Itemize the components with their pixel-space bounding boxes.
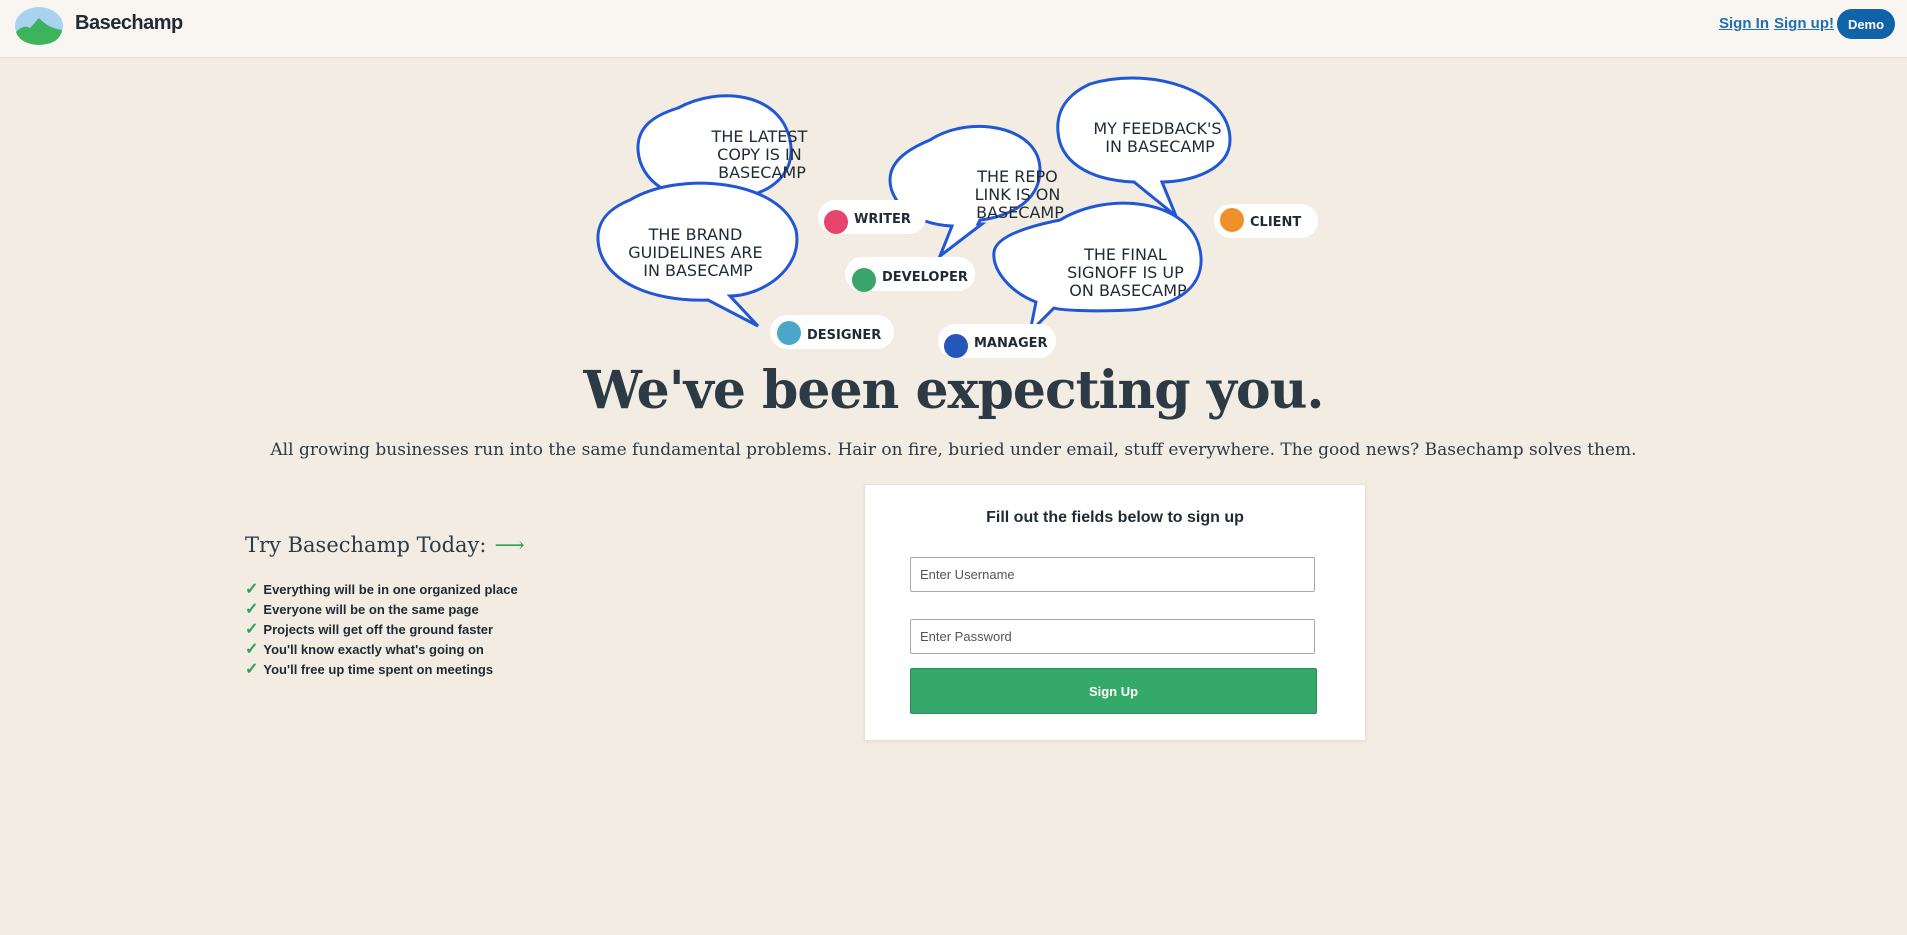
bubble-text-latest-copy: The LATEST COPY is in Basecamp [711, 127, 813, 182]
brand-name[interactable]: Basechamp [75, 12, 183, 35]
basechamp-logo[interactable] [14, 4, 64, 46]
username-input[interactable] [910, 557, 1315, 592]
tag-developer: Developer [845, 257, 975, 292]
try-basechamp-title: Try Basechamp Today: ⟶ [245, 533, 525, 557]
checkmark-icon: ✓ [245, 661, 259, 678]
benefit-item: ✓ You'll know exactly what's going on [245, 641, 484, 658]
benefit-item: ✓ You'll free up time spent on meetings [245, 661, 494, 678]
bubble-text-brand-guidelines: The BRAND GUIDELINES are in Basecamp [628, 225, 767, 280]
svg-text:Manager: Manager [974, 336, 1048, 351]
benefit-item: ✓ Everything will be in one organized pla… [245, 581, 518, 598]
svg-text:Designer: Designer [807, 328, 881, 343]
benefits-list: ✓ Everything will be in one organized pla… [245, 580, 518, 680]
sign-up-link[interactable]: Sign up! [1774, 15, 1834, 32]
writer-avatar-icon [824, 210, 848, 234]
svg-text:Client: Client [1250, 215, 1301, 230]
designer-avatar-icon [777, 321, 801, 345]
checkmark-icon: ✓ [245, 621, 259, 638]
tag-manager: Manager [938, 324, 1056, 358]
checkmark-icon: ✓ [245, 601, 259, 618]
manager-avatar-icon [944, 334, 968, 358]
developer-avatar-icon [852, 268, 876, 292]
top-header: Basechamp Sign In Sign up! Demo [0, 0, 1907, 58]
form-title: Fill out the fields below to sign up [986, 509, 1244, 526]
tag-writer: Writer [818, 200, 926, 234]
arrow-right-icon: ⟶ [494, 533, 525, 557]
page-headline: We've been expecting you. [583, 360, 1324, 421]
svg-text:Developer: Developer [882, 270, 968, 285]
sign-in-link[interactable]: Sign In [1719, 15, 1769, 32]
password-input[interactable] [910, 619, 1315, 654]
speech-bubbles-illustration: The LATEST COPY is in Basecamp The BRAND… [590, 70, 1330, 370]
try-title-text: Try Basechamp Today: [245, 533, 487, 557]
tag-client: Client [1214, 204, 1318, 238]
checkmark-icon: ✓ [245, 581, 259, 598]
bubble-text-final-signoff: The FINAL SIGNOFF is up on Basecamp [1067, 245, 1189, 300]
sign-up-button[interactable]: Sign Up [910, 668, 1317, 714]
benefit-item: ✓ Projects will get off the ground faster [245, 621, 494, 638]
bubble-text-repo-link: The REPO LINK is on Basecamp [975, 167, 1066, 222]
bubble-text-feedback: My FEEDBACK'S in Basecamp [1093, 119, 1226, 156]
checkmark-icon: ✓ [245, 641, 259, 658]
signup-form-card: Fill out the fields below to sign up Sig… [864, 484, 1366, 741]
tag-designer: Designer [770, 315, 894, 349]
page-subheading: All growing businesses run into the same… [270, 440, 1637, 460]
demo-button[interactable]: Demo [1837, 9, 1895, 39]
benefit-item: ✓ Everyone will be on the same page [245, 601, 479, 618]
client-avatar-icon [1220, 208, 1244, 232]
svg-text:Writer: Writer [854, 212, 911, 227]
